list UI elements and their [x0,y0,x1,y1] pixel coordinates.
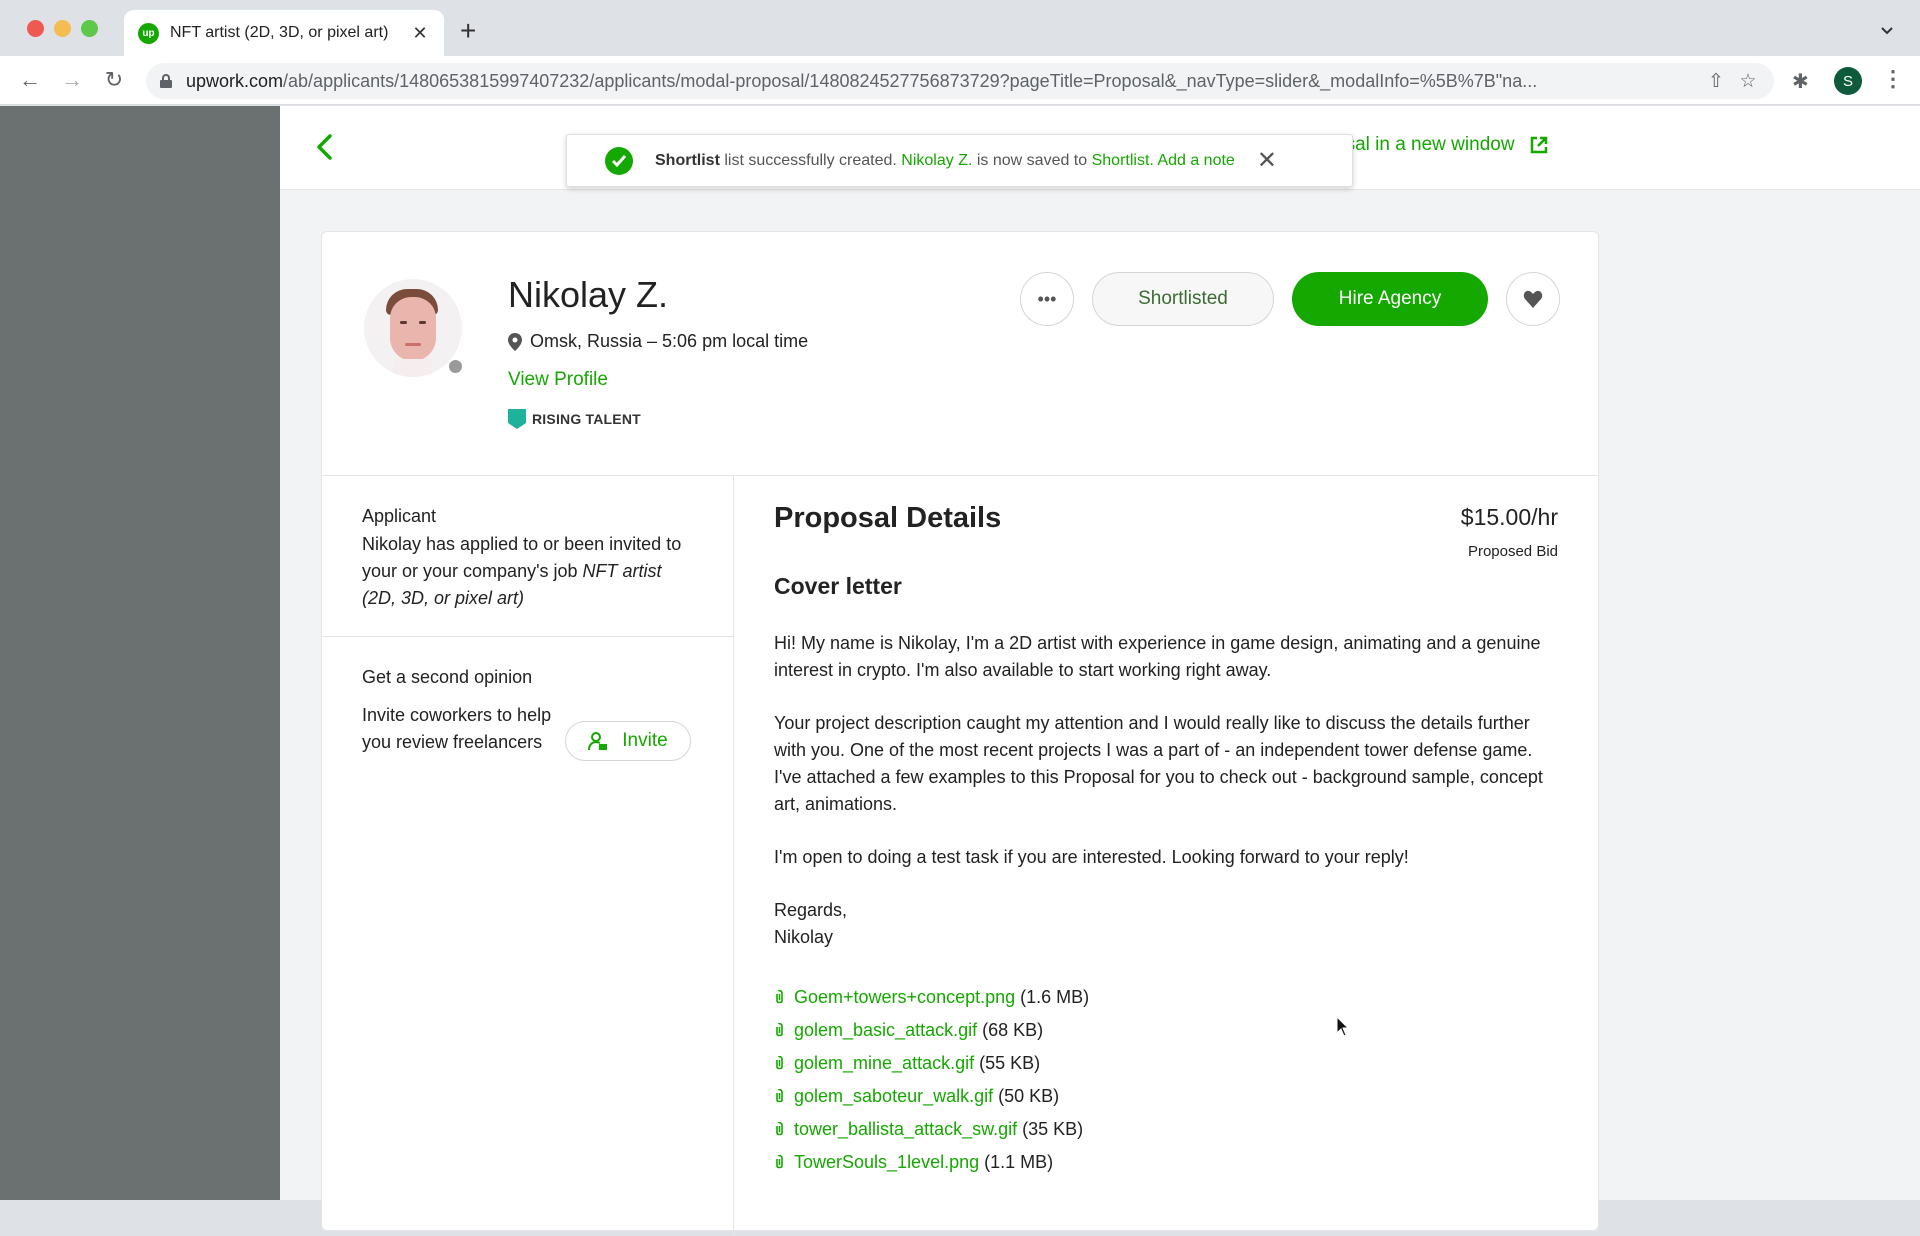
attachment-size: (35 KB) [1022,1119,1084,1139]
attachment-link[interactable]: TowerSouls_1level.png [794,1146,979,1179]
page-viewport: osal in a new window Shortlist list succ… [0,106,1920,1236]
window-minimize-button[interactable] [54,20,71,37]
signoff-name: Nikolay [774,927,834,947]
applicant-description: Nikolay has applied to or been invited t… [362,534,682,608]
window-zoom-button[interactable] [81,20,98,37]
cover-letter-title: Cover letter [774,573,902,599]
attachment-item[interactable]: golem_basic_attack.gif (68 KB) [774,1014,1558,1047]
tab-search-chevron-icon[interactable] [1880,24,1894,38]
add-user-icon [588,732,608,751]
attachment-size: (55 KB) [979,1053,1041,1073]
attachment-size: (1.6 MB) [1020,987,1090,1007]
freelancer-name: Nikolay Z. [508,274,669,315]
attachment-item[interactable]: golem_saboteur_walk.gif (50 KB) [774,1080,1558,1113]
paperclip-icon [776,1055,783,1069]
reload-icon[interactable]: ↻ [100,66,128,94]
upwork-favicon-icon: up [138,22,159,44]
proposal-modal: osal in a new window Shortlist list succ… [280,106,1920,1236]
attachment-link[interactable]: Goem+towers+concept.png [794,981,1015,1014]
toast-close-icon[interactable]: ✕ [1257,148,1277,173]
lock-icon [160,74,172,88]
attachment-item[interactable]: Goem+towers+concept.png (1.6 MB) [774,981,1558,1014]
paperclip-icon [776,1154,783,1168]
more-options-button[interactable]: ••• [1020,272,1074,326]
attachment-item[interactable]: tower_ballista_attack_sw.gif (35 KB) [774,1113,1558,1146]
attachment-item[interactable]: golem_mine_attack.gif (55 KB) [774,1047,1558,1080]
toast-freelancer-link[interactable]: Nikolay Z. [901,152,972,169]
proposal-details: Proposal Details $15.00/hr Proposed Bid … [734,476,1598,1236]
browser-toolbar: ← → ↻ upwork.com/ab/applicants/148065381… [0,56,1920,105]
applicant-section: Applicant Nikolay has applied to or been… [322,476,733,637]
paperclip-icon [776,989,783,1003]
hire-agency-button[interactable]: Hire Agency [1292,272,1488,326]
cover-letter: Hi! My name is Nikolay, I'm a 2D artist … [774,630,1564,951]
cover-paragraph: I'm open to doing a test task if you are… [774,847,1409,867]
modal-header: osal in a new window Shortlist list succ… [280,106,1920,190]
shortlist-toast: Shortlist list successfully created. Nik… [566,134,1353,187]
back-arrow-icon[interactable]: ← [16,66,44,94]
tab-title: NFT artist (2D, 3D, or pixel art) [170,24,389,41]
attachment-link[interactable]: golem_basic_attack.gif [794,1014,977,1047]
browser-profile-avatar[interactable]: S [1834,67,1862,95]
bid-amount: $15.00/hr [1460,504,1558,530]
second-opinion-title: Get a second opinion [362,667,533,687]
address-bar[interactable]: upwork.com/ab/applicants/148065381599740… [146,63,1774,99]
cover-paragraph: Hi! My name is Nikolay, I'm a 2D artist … [774,633,1541,680]
heart-icon [1523,290,1543,308]
url-text[interactable]: upwork.com/ab/applicants/148065381599740… [186,71,1700,92]
attachment-size: (1.1 MB) [984,1152,1054,1172]
bookmark-star-icon[interactable]: ☆ [1732,70,1764,93]
attachment-link[interactable]: golem_mine_attack.gif [794,1047,974,1080]
new-tab-button[interactable]: + [460,17,476,45]
applicant-title: Applicant [362,506,437,526]
forward-arrow-icon[interactable]: → [58,66,86,94]
paperclip-icon [776,1121,783,1135]
proposed-bid: $15.00/hr Proposed Bid [1461,504,1558,560]
attachment-link[interactable]: tower_ballista_attack_sw.gif [794,1113,1017,1146]
attachment-size: (50 KB) [998,1086,1060,1106]
save-heart-button[interactable] [1506,272,1560,326]
rising-talent-shield-icon [508,409,526,429]
proposal-card: Nikolay Z. Omsk, Russia – 5:06 pm local … [321,231,1599,1236]
applicant-sidebar: Applicant Nikolay has applied to or been… [322,476,734,1236]
rising-talent-badge: RISING TALENT [508,409,641,429]
second-opinion-text: Invite coworkers to help you review free… [362,705,552,752]
status-dot [447,358,464,375]
attachment-size: (68 KB) [982,1020,1044,1040]
bid-label: Proposed Bid [1467,543,1558,560]
attachment-link[interactable]: golem_saboteur_walk.gif [794,1080,993,1113]
freelancer-actions: ••• Shortlisted Hire Agency [1020,272,1560,326]
browser-tab[interactable]: up NFT artist (2D, 3D, or pixel art) ✕ [124,10,444,56]
second-opinion-section: Get a second opinion Invite coworkers to… [322,637,733,786]
toast-message: Shortlist list successfully created. Nik… [655,151,1235,169]
proposal-details-title: Proposal Details [774,502,1002,534]
add-note-link[interactable]: Add a note [1154,152,1234,169]
paperclip-icon [776,1088,783,1102]
attachment-item[interactable]: TowerSouls_1level.png (1.1 MB) [774,1146,1558,1179]
success-check-icon [605,146,633,175]
freelancer-header: Nikolay Z. Omsk, Russia – 5:06 pm local … [322,232,1598,476]
signoff: Regards, [774,900,848,920]
attachments-list: Goem+towers+concept.png (1.6 MB) golem_ba… [774,981,1558,1179]
tab-close-icon[interactable]: ✕ [410,23,430,44]
shortlisted-button[interactable]: Shortlisted [1092,272,1274,326]
browser-tabstrip: up NFT artist (2D, 3D, or pixel art) ✕ + [0,0,1920,56]
location-pin-icon [508,332,522,351]
mouse-cursor-icon [1336,1016,1350,1037]
back-chevron-icon[interactable] [312,132,338,162]
share-icon[interactable]: ⇧ [1700,70,1732,93]
freelancer-location: Omsk, Russia – 5:06 pm local time [508,331,808,352]
toast-shortlist-link[interactable]: Shortlist. [1092,152,1154,169]
invite-coworkers-button[interactable]: Invite [565,721,691,761]
paperclip-icon [776,1022,783,1036]
external-link-icon [1530,136,1547,154]
extensions-puzzle-icon[interactable]: ✱ [1792,69,1809,94]
cover-paragraph: Your project description caught my atten… [774,713,1543,814]
open-in-new-window-link[interactable]: osal in a new window [1335,134,1549,156]
view-profile-link[interactable]: View Profile [508,369,608,391]
window-close-button[interactable] [27,20,44,37]
browser-menu-icon[interactable]: ⋮ [1882,68,1904,90]
